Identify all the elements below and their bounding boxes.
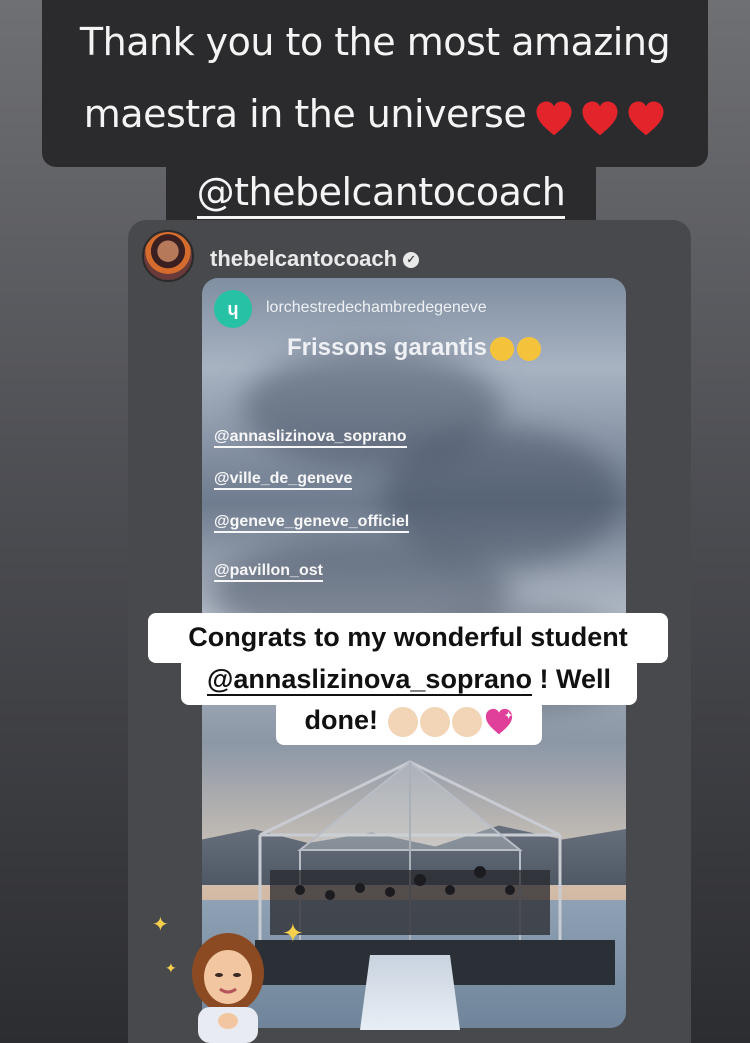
mention-text[interactable]: @thebelcantocoach: [196, 170, 566, 219]
sparkling-heart-icon: ✦: [485, 708, 512, 735]
tag-text[interactable]: @annaslizinova_soprano: [214, 428, 407, 448]
author-handle[interactable]: thebelcantocoach: [210, 246, 397, 271]
congrats-line-2-suffix: ! Well: [531, 664, 611, 694]
tag-text[interactable]: @ville_de_geneve: [214, 470, 353, 490]
star-struck-emoji: [517, 336, 542, 361]
student-mention[interactable]: @annaslizinova_soprano: [207, 664, 532, 696]
hearts-group: [528, 94, 666, 139]
reshare-author[interactable]: thebelcantocoach ✓: [210, 246, 420, 272]
avatar[interactable]: [142, 230, 194, 282]
clap-icon: [419, 706, 450, 737]
mention-tag[interactable]: @geneve_geneve_officiel: [214, 513, 410, 533]
orchestra-logo-icon[interactable]: ɥ: [214, 290, 252, 328]
headline-text: Frissons garantis: [286, 334, 488, 361]
congrats-line-2: @annaslizinova_soprano ! Well: [181, 664, 637, 696]
caption-line-1: Thank you to the most amazing: [79, 20, 671, 64]
walkway: [360, 955, 460, 1030]
verified-icon: ✓: [403, 252, 420, 269]
svg-text:✦: ✦: [504, 710, 512, 720]
orchestra-handle[interactable]: lorchestredechambredegeneve: [266, 299, 487, 317]
mention-sticker[interactable]: @thebelcantocoach: [166, 170, 596, 219]
mention-tag[interactable]: @annaslizinova_soprano: [214, 428, 407, 448]
congrats-line-1: Congrats to my wonderful student: [188, 622, 628, 652]
heart-icon: [580, 99, 620, 139]
heart-eyes-emoji: [490, 336, 515, 361]
sparkle-icon: ✦: [152, 914, 169, 936]
clap-icon: [387, 706, 418, 737]
tag-text[interactable]: @geneve_geneve_officiel: [214, 513, 410, 533]
congrats-line-3-text: done!: [304, 705, 378, 735]
clap-icon: [451, 706, 482, 737]
story-headline: Frissons garantis: [202, 334, 626, 362]
mention-tag[interactable]: @pavillon_ost: [214, 562, 323, 582]
mention-tag[interactable]: @ville_de_geneve: [214, 470, 353, 490]
tag-text[interactable]: @pavillon_ost: [214, 562, 323, 582]
caption-line-2: maestra in the universe: [42, 92, 708, 139]
heart-icon: [626, 99, 666, 139]
caption-line-2-text: maestra in the universe: [83, 92, 527, 136]
sparkle-icon: ✦: [165, 960, 177, 976]
heart-icon: [534, 99, 574, 139]
congrats-line-3: done! ✦: [276, 705, 542, 737]
sparkle-icon: ✦: [282, 918, 304, 948]
memoji-sticker[interactable]: [172, 925, 284, 1043]
